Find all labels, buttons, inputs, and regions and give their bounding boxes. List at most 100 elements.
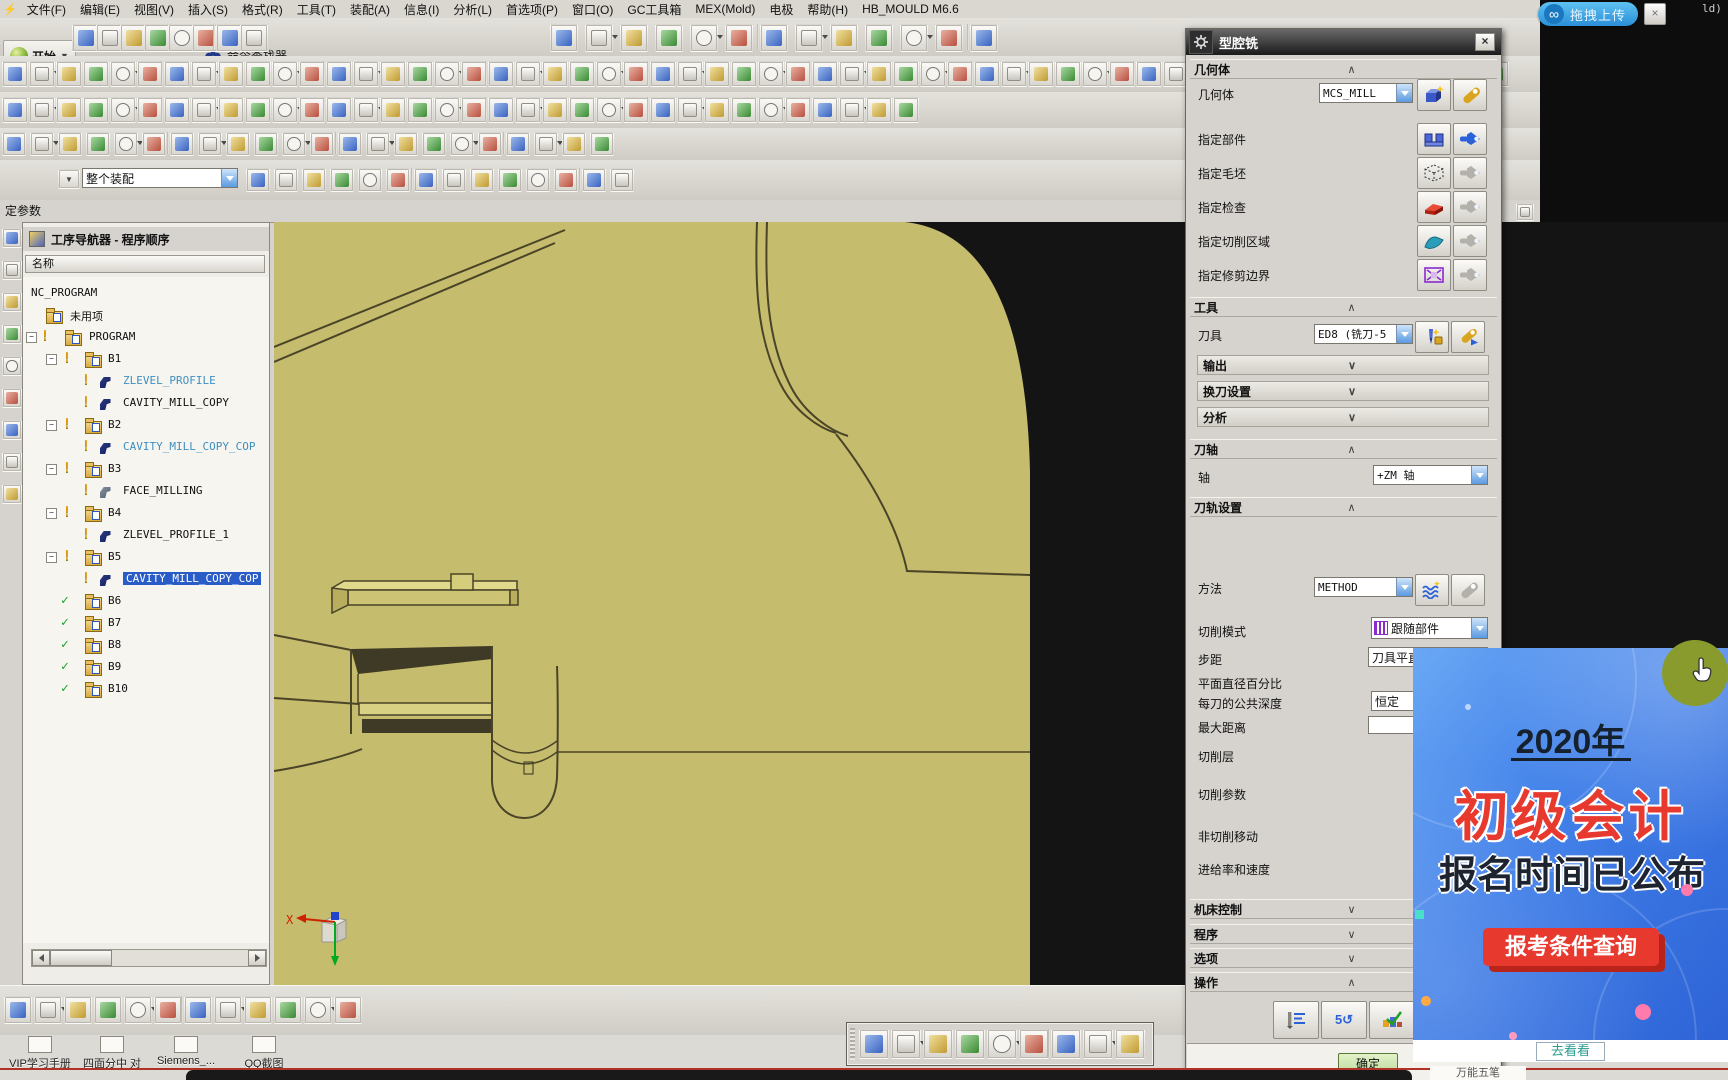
feeds-speeds-label[interactable]: 进给率和速度: [1198, 861, 1270, 878]
tree-item[interactable]: 未用项: [23, 305, 269, 325]
toolbar-icon[interactable]: [812, 97, 838, 123]
toolbar-icon[interactable]: [83, 61, 109, 87]
toolbar-icon[interactable]: [526, 168, 550, 192]
toolbar-icon[interactable]: [839, 61, 865, 87]
toolbar-icon[interactable]: [623, 61, 649, 87]
toolbar-icon[interactable]: [569, 97, 595, 123]
status-icon[interactable]: [1516, 203, 1534, 221]
toolbar-icon[interactable]: [214, 996, 242, 1024]
display-trim-button[interactable]: [1453, 259, 1487, 291]
menu-item[interactable]: 视图(V): [127, 1, 181, 18]
toolbar-icon[interactable]: [690, 24, 718, 52]
toolbar-icon[interactable]: [478, 132, 502, 156]
toolbar-icon[interactable]: [304, 996, 332, 1024]
subsection-output[interactable]: 输出 ∨: [1197, 355, 1489, 375]
toolbar-icon[interactable]: [1136, 61, 1162, 87]
toolbar-icon[interactable]: [758, 61, 784, 87]
expander-icon[interactable]: −: [46, 354, 57, 365]
toolbar-icon[interactable]: [407, 97, 433, 123]
toolbar-icon[interactable]: [900, 24, 928, 52]
toolbar-icon[interactable]: [1083, 1029, 1113, 1059]
toolbar-icon[interactable]: [254, 132, 278, 156]
tree-item[interactable]: −! B4: [23, 503, 269, 523]
toolbar-icon[interactable]: [650, 97, 676, 123]
toolbar-icon[interactable]: [859, 1029, 889, 1059]
toolbar-icon[interactable]: [534, 132, 558, 156]
resource-bar-icon[interactable]: [2, 324, 22, 344]
toolbar-icon[interactable]: [812, 61, 838, 87]
toolbar-icon[interactable]: [1055, 61, 1081, 87]
toolbar-icon[interactable]: [488, 97, 514, 123]
horizontal-scrollbar[interactable]: [31, 949, 267, 967]
expander-icon[interactable]: −: [46, 552, 57, 563]
toolbar-icon[interactable]: [610, 168, 634, 192]
ad-popup[interactable]: 2020年 初级会计 报名时间已公布 报考条件查询 去看看: [1413, 648, 1728, 1062]
toolbar-icon[interactable]: [272, 61, 298, 87]
close-icon[interactable]: ×: [1644, 3, 1667, 25]
desktop-icon[interactable]: 四面分中 对: [76, 1036, 148, 1071]
toolbar-icon[interactable]: [218, 97, 244, 123]
tree-item[interactable]: −! B3: [23, 459, 269, 479]
toolbar-icon[interactable]: [310, 132, 334, 156]
menu-item[interactable]: 编辑(E): [73, 1, 127, 18]
ad-cta-button[interactable]: 报考条件查询: [1483, 928, 1659, 966]
menu-item[interactable]: 格式(R): [235, 1, 290, 18]
chevron-down-icon[interactable]: [927, 35, 933, 39]
toolbar-icon[interactable]: [358, 168, 382, 192]
tree-item[interactable]: −! PROGRAM: [23, 327, 269, 347]
toolbar-icon[interactable]: [338, 132, 362, 156]
toolbar-icon[interactable]: [245, 61, 271, 87]
toolbar-icon[interactable]: [650, 61, 676, 87]
toolbar-icon[interactable]: [542, 61, 568, 87]
tree-item[interactable]: NC_PROGRAM: [23, 283, 269, 303]
toolbar-icon[interactable]: [282, 132, 306, 156]
display-cut-area-button[interactable]: [1453, 225, 1487, 257]
toolbar-icon[interactable]: [758, 97, 784, 123]
toolbar-icon[interactable]: [114, 132, 138, 156]
toolbar-icon[interactable]: [226, 132, 250, 156]
desktop-icon[interactable]: QQ截图: [228, 1036, 300, 1071]
new-tool-button[interactable]: [1415, 321, 1449, 353]
toolbar-icon[interactable]: [554, 168, 578, 192]
toolbar-icon[interactable]: [731, 97, 757, 123]
tree-item[interactable]: ! FACE_MILLING: [23, 481, 269, 501]
toolbar-icon[interactable]: [434, 61, 460, 87]
toolbar-icon[interactable]: [498, 168, 522, 192]
upload-button[interactable]: ∞ 拖拽上传: [1538, 2, 1639, 26]
toolbar-icon[interactable]: [394, 132, 418, 156]
resource-bar-icon[interactable]: [2, 292, 22, 312]
toolbar-icon[interactable]: [334, 996, 362, 1024]
toolbar-icon[interactable]: [164, 61, 190, 87]
taskbar[interactable]: [186, 1070, 1412, 1080]
toolbar-icon[interactable]: [562, 132, 586, 156]
toolbar-icon[interactable]: [2, 61, 28, 87]
toolbar-icon[interactable]: [170, 132, 194, 156]
toolbar-icon[interactable]: [29, 61, 55, 87]
select-check-button[interactable]: [1417, 191, 1451, 223]
menu-item[interactable]: 帮助(H): [800, 1, 855, 18]
replay-toolpath-button[interactable]: 5↺: [1321, 1001, 1367, 1039]
menu-item[interactable]: 文件(F): [20, 1, 73, 18]
toolbar-icon[interactable]: [974, 61, 1000, 87]
section-tool[interactable]: 工具 ∧: [1190, 297, 1497, 317]
toolbar-icon[interactable]: [515, 61, 541, 87]
ad-go-button[interactable]: 去看看: [1535, 1041, 1605, 1061]
toolbar-icon[interactable]: [866, 97, 892, 123]
resource-bar-icon[interactable]: [2, 388, 22, 408]
toolbar-icon[interactable]: [56, 97, 82, 123]
toolbar-icon[interactable]: [569, 61, 595, 87]
select-blank-button[interactable]: [1417, 157, 1451, 189]
expander-icon[interactable]: −: [26, 332, 37, 343]
toolbar-icon[interactable]: [1051, 1029, 1081, 1059]
toolbar-icon[interactable]: [272, 97, 298, 123]
resource-bar-icon[interactable]: [2, 484, 22, 504]
select-cut-area-button[interactable]: [1417, 225, 1451, 257]
toolbar-icon[interactable]: [94, 996, 122, 1024]
section-geometry[interactable]: 几何体 ∧: [1190, 59, 1497, 79]
axis-select[interactable]: +ZM 轴: [1373, 465, 1488, 485]
cut-parameters-label[interactable]: 切削参数: [1198, 786, 1246, 803]
toolbar-icon[interactable]: [34, 996, 62, 1024]
scroll-right-icon[interactable]: [248, 950, 266, 966]
menu-item[interactable]: 插入(S): [181, 1, 235, 18]
toolbar-icon[interactable]: [506, 132, 530, 156]
